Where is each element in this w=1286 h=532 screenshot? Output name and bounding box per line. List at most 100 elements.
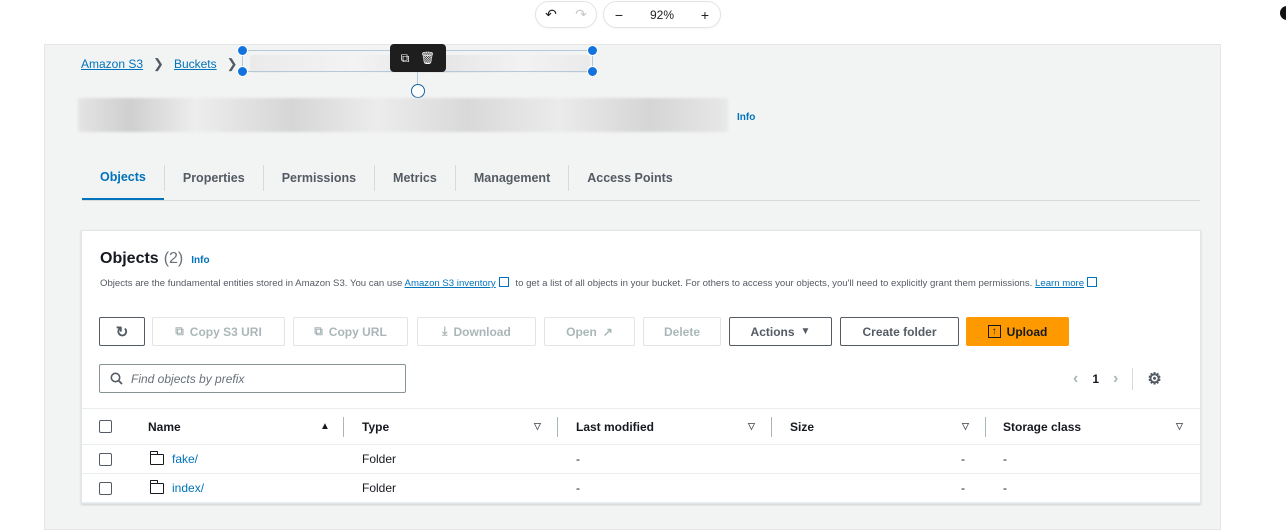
next-page-icon[interactable]: › — [1113, 370, 1118, 388]
prev-page-icon[interactable]: ‹ — [1073, 370, 1078, 388]
external-link-icon — [1087, 277, 1098, 287]
select-all-cell — [99, 409, 112, 444]
object-size: - — [961, 481, 965, 495]
resize-handle-top-right[interactable] — [587, 45, 598, 56]
copy-icon: ⧉ — [314, 324, 323, 338]
resize-handle-bottom-right[interactable] — [587, 66, 598, 77]
chevron-right-icon: ❯ — [153, 56, 164, 71]
sort-asc-icon[interactable]: ▲ — [320, 409, 330, 444]
editor-toolbar: ↶ ↷ − 92% + — [535, 1, 721, 28]
col-last-modified[interactable]: Last modified — [576, 409, 654, 444]
resize-handle-bottom-left[interactable] — [237, 66, 248, 77]
download-button[interactable]: ⤓ Download — [417, 317, 536, 346]
object-storage-class: - — [1003, 452, 1007, 466]
objects-description: Objects are the fundamental entities sto… — [100, 275, 1180, 292]
tab-properties[interactable]: Properties — [165, 156, 263, 200]
actions-dropdown[interactable]: Actions ▼ — [729, 317, 832, 346]
refresh-button[interactable]: ↻ — [99, 317, 145, 346]
delete-label: Delete — [663, 324, 701, 339]
select-all-checkbox[interactable] — [99, 420, 112, 433]
edge-avatar — [1280, 6, 1286, 20]
table-header: Name ▲ Type ▽ Last modified ▽ Size ▽ Sto… — [82, 408, 1200, 445]
objects-title: Objects — [100, 250, 159, 267]
row-checkbox[interactable] — [99, 452, 112, 466]
copy-icon: ⧉ — [175, 324, 184, 338]
chevron-right-icon: ❯ — [226, 56, 238, 71]
upload-icon: ↑ — [987, 325, 1001, 338]
tab-metrics[interactable]: Metrics — [375, 156, 455, 200]
open-label: Open — [566, 324, 597, 339]
folder-icon — [149, 479, 164, 494]
copy-s3-uri-label: Copy S3 URI — [189, 324, 262, 339]
upload-label: Upload — [1006, 324, 1048, 339]
zoom-level: 92% — [649, 7, 675, 22]
objects-header: Objects (2) Info — [100, 250, 210, 268]
upload-button[interactable]: ↑ Upload — [966, 317, 1069, 346]
sort-icon[interactable]: ▽ — [534, 409, 541, 444]
folder-icon — [149, 450, 164, 465]
create-folder-label: Create folder — [862, 324, 937, 339]
actions-label: Actions — [750, 324, 795, 339]
caret-down-icon: ▼ — [800, 326, 811, 337]
page-number[interactable]: 1 — [1092, 372, 1099, 386]
pagination: ‹ 1 › ⚙ — [1073, 368, 1162, 390]
search-box — [99, 364, 406, 393]
tab-objects[interactable]: Objects — [82, 156, 164, 200]
sort-icon[interactable]: ▽ — [962, 409, 969, 444]
rotate-handle[interactable] — [411, 84, 425, 98]
desc-text: Objects are the fundamental entities sto… — [100, 278, 403, 289]
col-name-label: Name — [148, 419, 181, 434]
object-last-modified: - — [576, 481, 580, 495]
create-folder-button[interactable]: Create folder — [840, 317, 959, 346]
tab-access-points[interactable]: Access Points — [569, 156, 690, 200]
object-name-link[interactable]: index/ — [172, 481, 204, 495]
info-link[interactable]: Info — [737, 112, 755, 123]
external-link-icon — [498, 277, 509, 287]
objects-info-link[interactable]: Info — [191, 255, 209, 266]
object-type: Folder — [362, 452, 397, 466]
breadcrumb-buckets[interactable]: Buckets — [174, 57, 217, 71]
duplicate-icon[interactable]: ⧉ — [401, 52, 410, 64]
breadcrumb-amazon-s3[interactable]: Amazon S3 — [81, 57, 143, 71]
s3-inventory-link[interactable]: Amazon S3 inventory — [405, 278, 496, 289]
tab-management[interactable]: Management — [456, 156, 568, 200]
column-divider[interactable] — [557, 417, 558, 437]
copy-url-button[interactable]: ⧉ Copy URL — [293, 317, 408, 346]
sort-icon[interactable]: ▽ — [1176, 409, 1183, 444]
col-size-label: Size — [790, 419, 815, 434]
resize-handle-top-left[interactable] — [237, 45, 248, 56]
col-storage-class-label: Storage class — [1003, 419, 1082, 434]
object-name-link[interactable]: fake/ — [172, 452, 198, 466]
redo-icon[interactable]: ↷ — [566, 2, 596, 27]
open-button[interactable]: Open ↗ — [544, 317, 635, 346]
external-link-icon: ↗ — [602, 324, 613, 339]
object-storage-class: - — [1003, 481, 1007, 495]
learn-more-link[interactable]: Learn more — [1035, 278, 1084, 289]
col-name[interactable]: Name — [148, 409, 181, 444]
column-divider[interactable] — [771, 417, 772, 437]
copy-s3-uri-button[interactable]: ⧉ Copy S3 URI — [152, 317, 285, 346]
zoom-in-button[interactable]: + — [690, 2, 720, 27]
sort-icon[interactable]: ▽ — [748, 409, 755, 444]
table-row: index/ Folder - - - — [82, 474, 1200, 503]
gear-icon[interactable]: ⚙ — [1147, 369, 1161, 389]
history-controls: ↶ ↷ — [535, 1, 597, 28]
search-input[interactable] — [131, 371, 391, 386]
col-storage-class[interactable]: Storage class — [1003, 409, 1081, 444]
undo-icon[interactable]: ↶ — [536, 2, 566, 27]
objects-count: (2) — [163, 250, 184, 267]
search-icon — [110, 372, 123, 385]
table-row: fake/ Folder - - - — [82, 445, 1200, 474]
tab-permissions[interactable]: Permissions — [264, 156, 374, 200]
col-last-modified-label: Last modified — [576, 419, 655, 434]
column-divider[interactable] — [985, 417, 986, 437]
column-divider[interactable] — [343, 417, 344, 437]
zoom-out-button[interactable]: − — [604, 2, 634, 27]
col-type[interactable]: Type — [362, 409, 389, 444]
object-last-modified: - — [576, 452, 580, 466]
row-checkbox[interactable] — [99, 481, 112, 495]
col-size[interactable]: Size — [790, 409, 814, 444]
trash-icon[interactable]: 🗑︎ — [420, 52, 435, 64]
delete-button[interactable]: Delete — [643, 317, 721, 346]
redacted-bucket-title — [78, 98, 728, 132]
